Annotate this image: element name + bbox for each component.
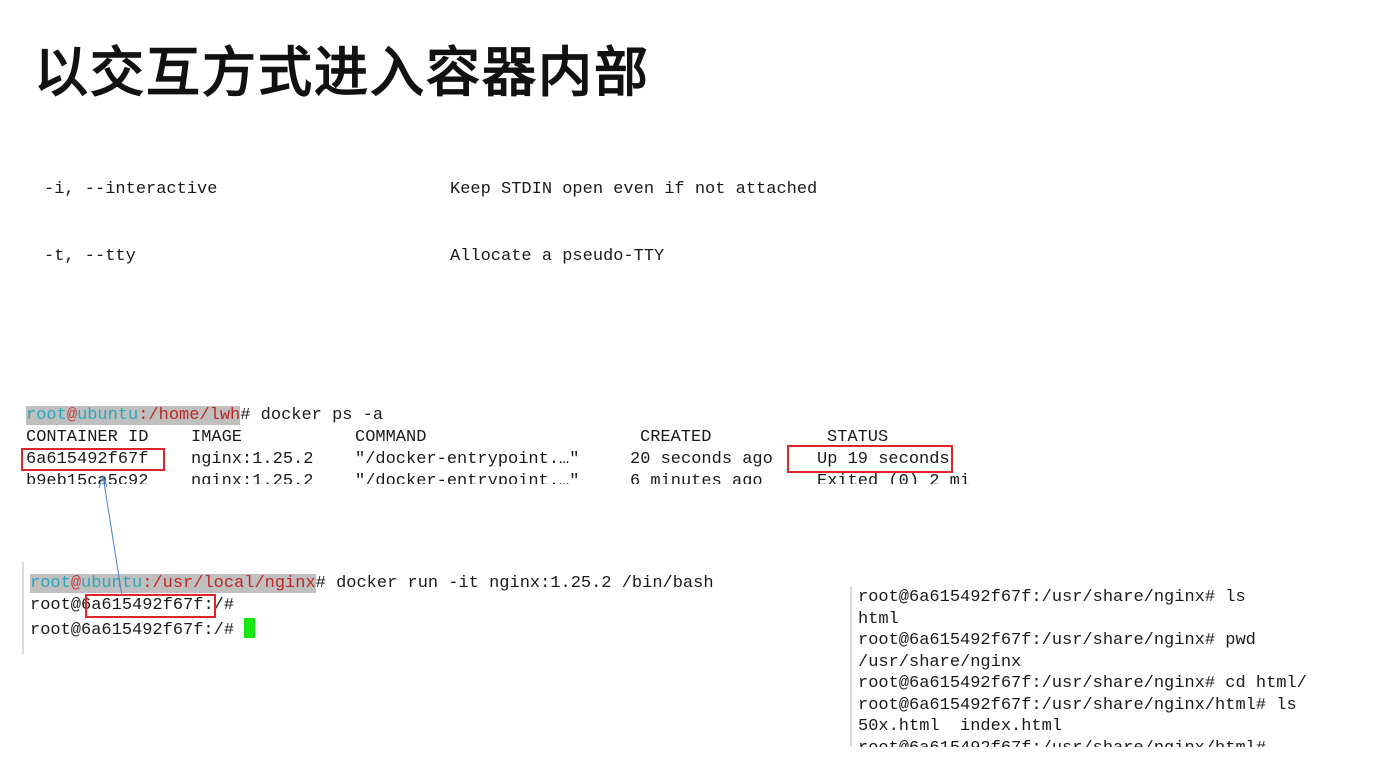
nginx-dir-terminal: root@6a615492f67f:/usr/share/nginx# ls h… [850, 587, 1372, 747]
terminal-line: /usr/share/nginx [858, 652, 1022, 672]
terminal-line: root@6a615492f67f:/usr/share/nginx/html#… [858, 695, 1297, 715]
terminal-line: root@6a615492f67f:/usr/share/nginx/html# [858, 738, 1266, 748]
terminal-line: root@6a615492f67f:/usr/share/nginx# cd h… [858, 674, 1307, 693]
terminal-line: html [858, 609, 899, 629]
terminal-line: root@6a615492f67f:/usr/share/nginx# pwd [858, 631, 1256, 650]
terminal-line: root@6a615492f67f:/usr/share/nginx# ls [858, 588, 1246, 607]
terminal-line: 50x.html index.html [858, 717, 1063, 736]
